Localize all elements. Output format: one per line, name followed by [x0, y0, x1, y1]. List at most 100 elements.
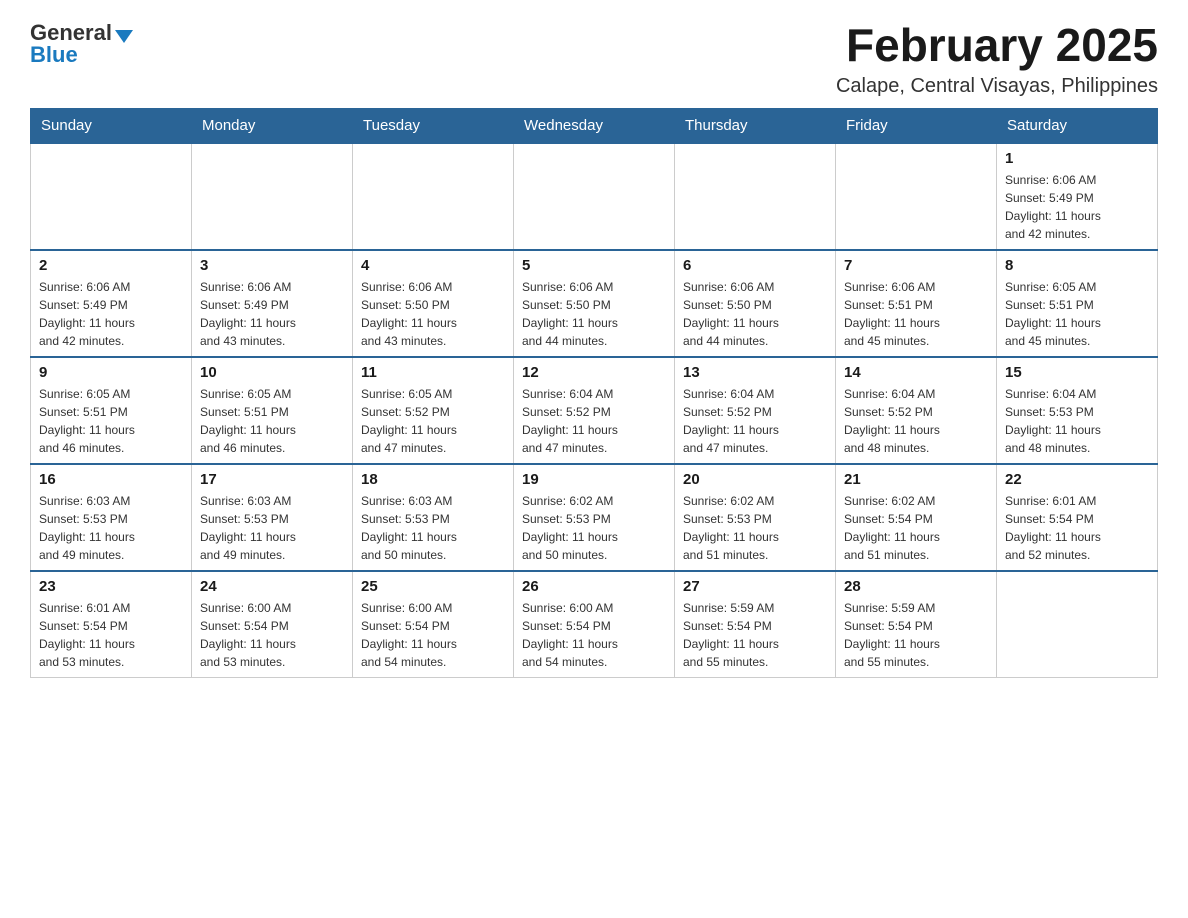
- day-number: 9: [39, 364, 183, 381]
- calendar-day-1: 1Sunrise: 6:06 AMSunset: 5:49 PMDaylight…: [997, 143, 1158, 250]
- calendar-day-22: 22 Sunrise: 6:01 AMSunset: 5:54 PMDayligh…: [997, 464, 1158, 571]
- day-number: 2: [39, 257, 183, 274]
- calendar-day-empty: [997, 571, 1158, 678]
- calendar-day-14: 14 Sunrise: 6:04 AMSunset: 5:52 PMDayligh…: [836, 357, 997, 464]
- logo: General Blue: [30, 20, 133, 68]
- day-header-thursday: Thursday: [675, 108, 836, 143]
- day-info: Sunrise: 6:05 AMSunset: 5:52 PMDaylight:…: [361, 385, 505, 457]
- calendar-day-24: 24Sunrise: 6:00 AMSunset: 5:54 PMDayligh…: [192, 571, 353, 678]
- day-header-tuesday: Tuesday: [353, 108, 514, 143]
- day-info: Sunrise: 6:03 AMSunset: 5:53 PMDaylight:…: [200, 492, 344, 564]
- day-info: Sunrise: 6:02 AMSunset: 5:54 PMDaylight:…: [844, 492, 988, 564]
- day-info: Sunrise: 6:01 AMSunset: 5:54 PMDaylight:…: [1005, 492, 1149, 564]
- day-info: Sunrise: 5:59 AMSunset: 5:54 PMDaylight:…: [683, 599, 827, 671]
- day-header-sunday: Sunday: [31, 108, 192, 143]
- day-number: 3: [200, 257, 344, 274]
- day-number: 12: [522, 364, 666, 381]
- calendar-day-17: 17 Sunrise: 6:03 AMSunset: 5:53 PMDayligh…: [192, 464, 353, 571]
- calendar-day-empty: [836, 143, 997, 250]
- day-info: Sunrise: 6:03 AMSunset: 5:53 PMDaylight:…: [361, 492, 505, 564]
- calendar-day-empty: [31, 143, 192, 250]
- calendar-day-7: 7Sunrise: 6:06 AMSunset: 5:51 PMDaylight…: [836, 250, 997, 357]
- day-number: 14: [844, 364, 988, 381]
- day-number: 16: [39, 471, 183, 488]
- day-number: 11: [361, 364, 505, 381]
- day-number: 28: [844, 578, 988, 595]
- calendar-day-3: 3 Sunrise: 6:06 AMSunset: 5:49 PMDaylight…: [192, 250, 353, 357]
- day-info: Sunrise: 6:04 AMSunset: 5:52 PMDaylight:…: [522, 385, 666, 457]
- day-info: Sunrise: 6:06 AMSunset: 5:51 PMDaylight:…: [844, 278, 988, 350]
- day-number: 23: [39, 578, 183, 595]
- calendar-day-10: 10 Sunrise: 6:05 AMSunset: 5:51 PMDayligh…: [192, 357, 353, 464]
- calendar-week-row: 23 Sunrise: 6:01 AMSunset: 5:54 PMDayligh…: [31, 571, 1158, 678]
- day-info: Sunrise: 6:05 AMSunset: 5:51 PMDaylight:…: [1005, 278, 1149, 350]
- day-number: 19: [522, 471, 666, 488]
- day-info: Sunrise: 6:06 AMSunset: 5:49 PMDaylight:…: [200, 278, 344, 350]
- day-info: Sunrise: 6:00 AMSunset: 5:54 PMDaylight:…: [361, 599, 505, 671]
- calendar-day-18: 18 Sunrise: 6:03 AMSunset: 5:53 PMDayligh…: [353, 464, 514, 571]
- calendar-day-4: 4 Sunrise: 6:06 AMSunset: 5:50 PMDaylight…: [353, 250, 514, 357]
- day-header-friday: Friday: [836, 108, 997, 143]
- day-number: 4: [361, 257, 505, 274]
- day-info: Sunrise: 6:04 AMSunset: 5:53 PMDaylight:…: [1005, 385, 1149, 457]
- day-info: Sunrise: 6:06 AMSunset: 5:50 PMDaylight:…: [683, 278, 827, 350]
- day-info: Sunrise: 5:59 AMSunset: 5:54 PMDaylight:…: [844, 599, 988, 671]
- calendar-day-2: 2 Sunrise: 6:06 AMSunset: 5:49 PMDaylight…: [31, 250, 192, 357]
- day-header-monday: Monday: [192, 108, 353, 143]
- calendar-day-28: 28 Sunrise: 5:59 AMSunset: 5:54 PMDayligh…: [836, 571, 997, 678]
- calendar-day-13: 13 Sunrise: 6:04 AMSunset: 5:52 PMDayligh…: [675, 357, 836, 464]
- calendar-day-12: 12 Sunrise: 6:04 AMSunset: 5:52 PMDayligh…: [514, 357, 675, 464]
- day-info: Sunrise: 6:02 AMSunset: 5:53 PMDaylight:…: [522, 492, 666, 564]
- calendar-day-23: 23 Sunrise: 6:01 AMSunset: 5:54 PMDayligh…: [31, 571, 192, 678]
- day-number: 6: [683, 257, 827, 274]
- day-info: Sunrise: 6:05 AMSunset: 5:51 PMDaylight:…: [39, 385, 183, 457]
- calendar-week-row: 1Sunrise: 6:06 AMSunset: 5:49 PMDaylight…: [31, 143, 1158, 250]
- calendar-day-empty: [514, 143, 675, 250]
- day-number: 22: [1005, 471, 1149, 488]
- page-header: General Blue February 2025 Calape, Centr…: [30, 20, 1158, 98]
- day-info: Sunrise: 6:02 AMSunset: 5:53 PMDaylight:…: [683, 492, 827, 564]
- calendar-day-19: 19 Sunrise: 6:02 AMSunset: 5:53 PMDayligh…: [514, 464, 675, 571]
- calendar-header-row: SundayMondayTuesdayWednesdayThursdayFrid…: [31, 108, 1158, 143]
- day-number: 20: [683, 471, 827, 488]
- day-number: 10: [200, 364, 344, 381]
- day-number: 18: [361, 471, 505, 488]
- day-info: Sunrise: 6:06 AMSunset: 5:49 PMDaylight:…: [39, 278, 183, 350]
- calendar-day-8: 8 Sunrise: 6:05 AMSunset: 5:51 PMDaylight…: [997, 250, 1158, 357]
- day-info: Sunrise: 6:04 AMSunset: 5:52 PMDaylight:…: [844, 385, 988, 457]
- calendar-week-row: 2 Sunrise: 6:06 AMSunset: 5:49 PMDaylight…: [31, 250, 1158, 357]
- day-number: 8: [1005, 257, 1149, 274]
- calendar-day-6: 6 Sunrise: 6:06 AMSunset: 5:50 PMDaylight…: [675, 250, 836, 357]
- day-info: Sunrise: 6:01 AMSunset: 5:54 PMDaylight:…: [39, 599, 183, 671]
- day-info: Sunrise: 6:00 AMSunset: 5:54 PMDaylight:…: [522, 599, 666, 671]
- day-number: 21: [844, 471, 988, 488]
- calendar-subtitle: Calape, Central Visayas, Philippines: [836, 75, 1158, 98]
- title-block: February 2025 Calape, Central Visayas, P…: [836, 20, 1158, 98]
- calendar-table: SundayMondayTuesdayWednesdayThursdayFrid…: [30, 108, 1158, 678]
- day-number: 5: [522, 257, 666, 274]
- day-number: 1: [1005, 150, 1149, 167]
- day-number: 27: [683, 578, 827, 595]
- day-info: Sunrise: 6:06 AMSunset: 5:50 PMDaylight:…: [361, 278, 505, 350]
- day-info: Sunrise: 6:05 AMSunset: 5:51 PMDaylight:…: [200, 385, 344, 457]
- day-number: 17: [200, 471, 344, 488]
- calendar-day-25: 25Sunrise: 6:00 AMSunset: 5:54 PMDayligh…: [353, 571, 514, 678]
- calendar-week-row: 16 Sunrise: 6:03 AMSunset: 5:53 PMDayligh…: [31, 464, 1158, 571]
- calendar-title: February 2025: [836, 20, 1158, 71]
- calendar-week-row: 9 Sunrise: 6:05 AMSunset: 5:51 PMDaylight…: [31, 357, 1158, 464]
- day-number: 13: [683, 364, 827, 381]
- day-number: 15: [1005, 364, 1149, 381]
- day-info: Sunrise: 6:06 AMSunset: 5:50 PMDaylight:…: [522, 278, 666, 350]
- day-info: Sunrise: 6:04 AMSunset: 5:52 PMDaylight:…: [683, 385, 827, 457]
- calendar-day-16: 16Sunrise: 6:03 AMSunset: 5:53 PMDayligh…: [31, 464, 192, 571]
- calendar-day-11: 11 Sunrise: 6:05 AMSunset: 5:52 PMDayligh…: [353, 357, 514, 464]
- day-info: Sunrise: 6:00 AMSunset: 5:54 PMDaylight:…: [200, 599, 344, 671]
- day-header-saturday: Saturday: [997, 108, 1158, 143]
- calendar-day-5: 5 Sunrise: 6:06 AMSunset: 5:50 PMDaylight…: [514, 250, 675, 357]
- calendar-day-21: 21 Sunrise: 6:02 AMSunset: 5:54 PMDayligh…: [836, 464, 997, 571]
- calendar-day-27: 27 Sunrise: 5:59 AMSunset: 5:54 PMDayligh…: [675, 571, 836, 678]
- logo-arrow-icon: [115, 30, 133, 43]
- calendar-day-15: 15 Sunrise: 6:04 AMSunset: 5:53 PMDayligh…: [997, 357, 1158, 464]
- calendar-day-empty: [675, 143, 836, 250]
- calendar-day-empty: [353, 143, 514, 250]
